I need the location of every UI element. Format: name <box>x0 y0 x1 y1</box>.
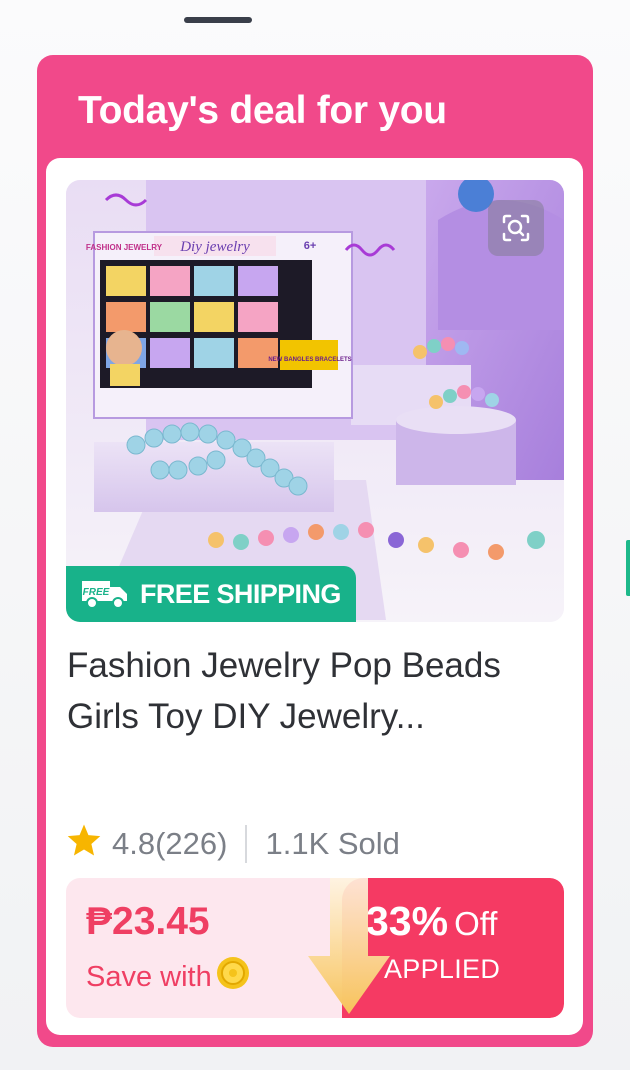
down-arrow-icon <box>304 878 394 1018</box>
visual-search-button[interactable] <box>488 200 544 256</box>
bottom-sheet: Today's deal for you Diy jewelry FASHION… <box>0 0 630 1070</box>
image-box-brand: FASHION JEWELRY <box>86 243 163 252</box>
meta-divider <box>245 825 248 863</box>
rating-value: 4.8(226) <box>112 826 228 861</box>
price-value: ₱23.45 <box>86 900 210 943</box>
rating-row: 4.8(226) 1.1K Sold <box>66 822 400 866</box>
coin-icon <box>214 954 252 1000</box>
deal-card[interactable]: Today's deal for you Diy jewelry FASHION… <box>37 55 593 1047</box>
product-name[interactable]: Fashion Jewelry Pop Beads Girls Toy DIY … <box>67 640 567 742</box>
visual-search-icon <box>500 212 532 244</box>
free-shipping-text: FREE SHIPPING <box>140 578 341 609</box>
discount-applied-label: APPLIED <box>384 954 501 984</box>
star-icon <box>66 823 102 865</box>
save-with-row: Save with <box>86 954 252 1000</box>
image-box-age: 6+ <box>304 240 317 252</box>
price-bar[interactable]: 33% Off APPLIED ₱23.45 Save with <box>66 878 564 1018</box>
product-card[interactable]: Diy jewelry FASHION JEWELRY 6+ NEW BANGL… <box>46 158 583 1035</box>
delivery-truck-icon: FREE <box>80 575 130 614</box>
discount-off-label: Off <box>454 905 498 942</box>
image-box-promo: NEW BANGLES BRACELETS <box>268 357 351 363</box>
sold-count: 1.1K Sold <box>265 826 400 861</box>
background-edge-accent <box>626 540 630 596</box>
free-shipping-badge: FREE FREE SHIPPING <box>66 566 356 622</box>
product-image[interactable]: Diy jewelry FASHION JEWELRY 6+ NEW BANGL… <box>66 180 564 622</box>
image-box-label: Diy jewelry <box>179 239 250 255</box>
truck-label: FREE <box>83 587 110 598</box>
save-with-label: Save with <box>86 960 212 993</box>
sheet-drag-handle[interactable] <box>184 17 252 23</box>
deal-title: Today's deal for you <box>78 89 447 132</box>
